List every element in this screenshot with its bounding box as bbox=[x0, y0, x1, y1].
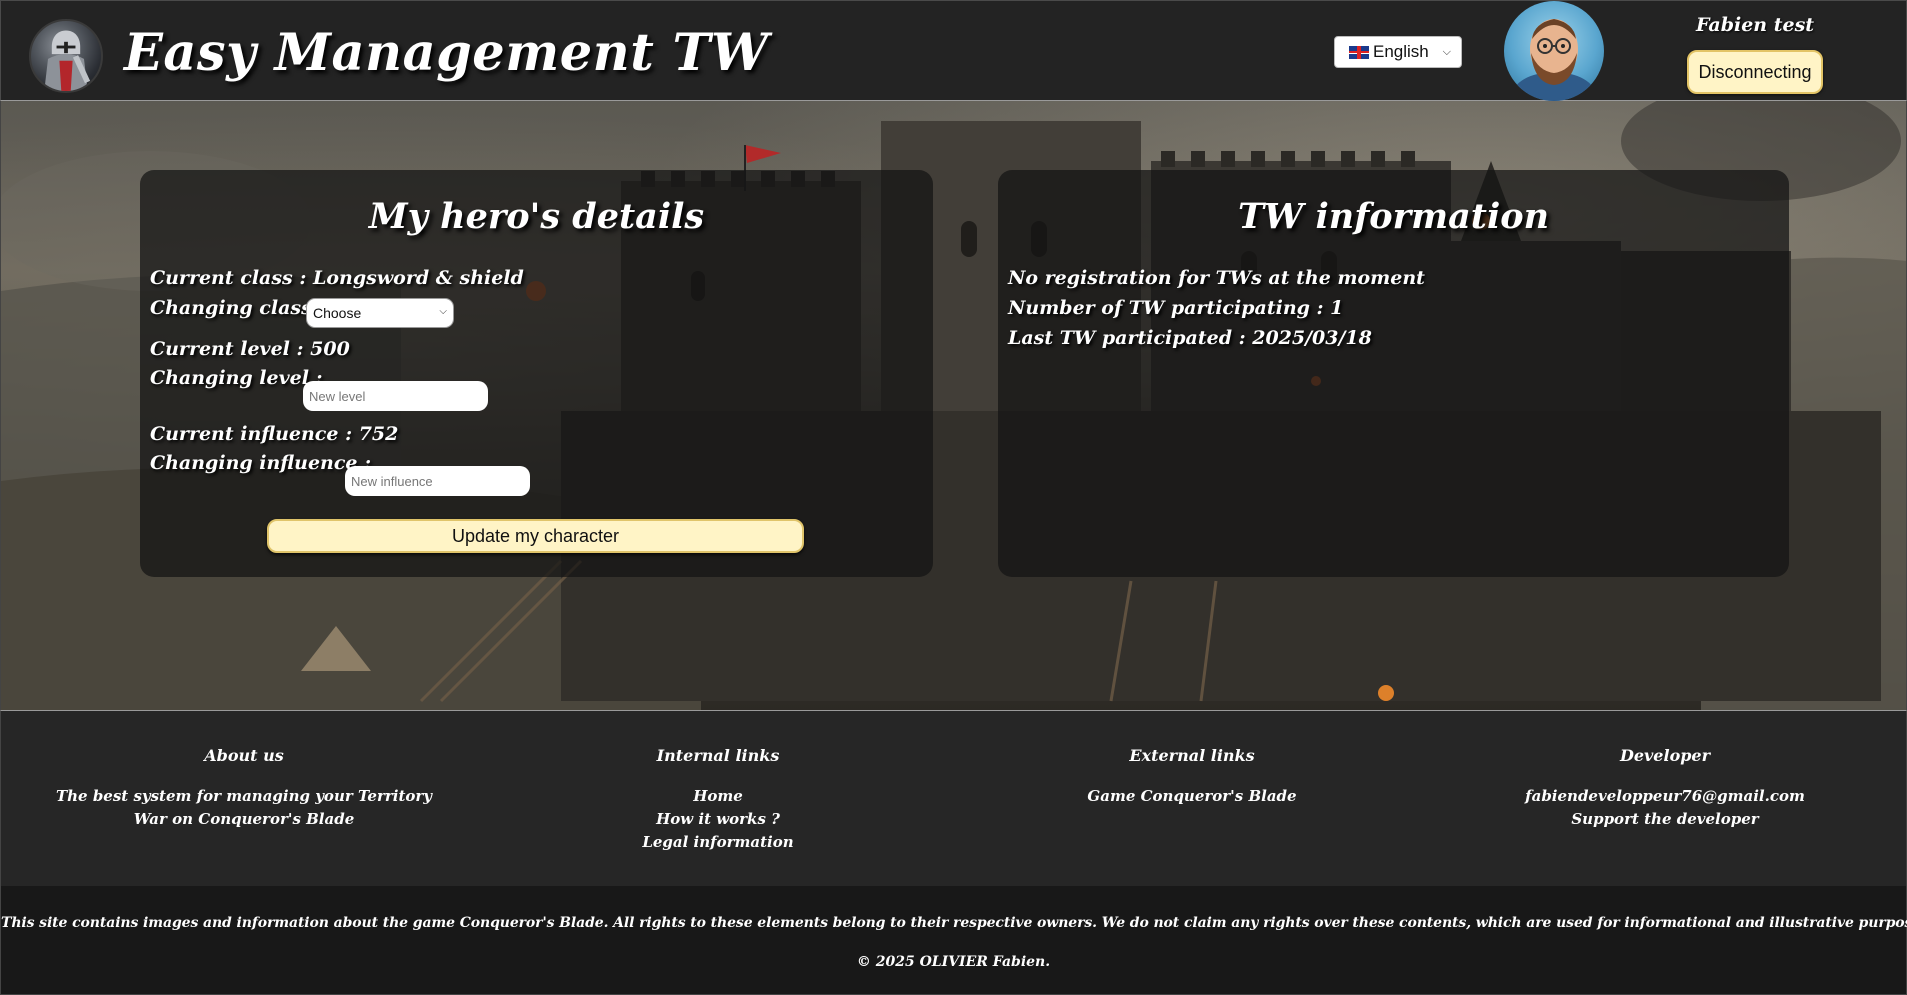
hero-details-panel: My hero's details Current class : Longsw… bbox=[140, 170, 933, 577]
hero-panel-title: My hero's details bbox=[368, 196, 705, 237]
footer-developer-email[interactable]: fabiendeveloppeur76@gmail.com bbox=[1455, 785, 1875, 808]
current-influence-text: Current influence : 752 bbox=[150, 423, 399, 445]
tw-information-panel: TW information No registration for TWs a… bbox=[998, 170, 1789, 577]
app-title: Easy Management TW bbox=[124, 23, 769, 83]
main-section: My hero's details Current class : Longsw… bbox=[0, 101, 1907, 710]
legal-disclaimer: This site contains images and informatio… bbox=[1, 915, 1907, 931]
chevron-down-icon: ⌵ bbox=[1442, 46, 1451, 58]
avatar[interactable] bbox=[1504, 1, 1604, 101]
tw-panel-title: TW information bbox=[1237, 196, 1550, 237]
changing-class-label: Changing class : bbox=[150, 297, 326, 319]
changing-influence-label: Changing influence : bbox=[150, 452, 372, 474]
knight-logo-icon[interactable] bbox=[29, 19, 103, 93]
tw-participating-text: Number of TW participating : 1 bbox=[1008, 297, 1344, 319]
class-select[interactable]: Choose ⌵ bbox=[306, 298, 454, 328]
footer-link-how-it-works[interactable]: How it works ? bbox=[508, 808, 928, 831]
tw-registration-text: No registration for TWs at the moment bbox=[1008, 267, 1425, 289]
footer-about: About us The best system for managing yo… bbox=[34, 746, 454, 831]
footer-link-legal[interactable]: Legal information bbox=[508, 831, 928, 854]
footer-developer-heading: Developer bbox=[1619, 746, 1711, 765]
legal-bar: This site contains images and informatio… bbox=[0, 886, 1907, 995]
update-character-button[interactable]: Update my character bbox=[267, 519, 804, 553]
footer-internal-heading: Internal links bbox=[656, 746, 780, 765]
footer-link-home[interactable]: Home bbox=[508, 785, 928, 808]
influence-input[interactable]: New influence bbox=[345, 466, 530, 496]
changing-level-label: Changing level : bbox=[150, 367, 323, 389]
tw-last-participated-text: Last TW participated : 2025/03/18 bbox=[1008, 327, 1372, 349]
current-level-text: Current level : 500 bbox=[150, 338, 350, 360]
language-selected: English bbox=[1373, 42, 1429, 61]
footer-external-links: External links Game Conqueror's Blade bbox=[982, 746, 1402, 808]
chevron-down-icon: ⌵ bbox=[439, 306, 447, 317]
copyright-text: © 2025 OLIVIER Fabien. bbox=[856, 954, 1051, 970]
footer-internal-links: Internal links Home How it works ? Legal… bbox=[508, 746, 928, 854]
footer: About us The best system for managing yo… bbox=[0, 710, 1907, 886]
footer-support-link[interactable]: Support the developer bbox=[1455, 808, 1875, 831]
uk-flag-icon bbox=[1349, 45, 1369, 59]
footer-developer: Developer fabiendeveloppeur76@gmail.com … bbox=[1455, 746, 1875, 831]
language-select[interactable]: English ⌵ bbox=[1334, 36, 1462, 68]
user-name: Fabien test bbox=[1695, 14, 1815, 36]
footer-about-text: The best system for managing your Territ… bbox=[55, 787, 433, 828]
footer-about-heading: About us bbox=[204, 746, 284, 765]
current-class-text: Current class : Longsword & shield bbox=[150, 267, 524, 289]
level-input[interactable]: New level bbox=[303, 381, 488, 411]
class-select-value: Choose bbox=[313, 305, 362, 321]
disconnect-button[interactable]: Disconnecting bbox=[1687, 50, 1823, 94]
header: Easy Management TW English ⌵ Fabien test… bbox=[0, 0, 1907, 101]
footer-link-game[interactable]: Game Conqueror's Blade bbox=[982, 785, 1402, 808]
footer-external-heading: External links bbox=[1129, 746, 1255, 765]
